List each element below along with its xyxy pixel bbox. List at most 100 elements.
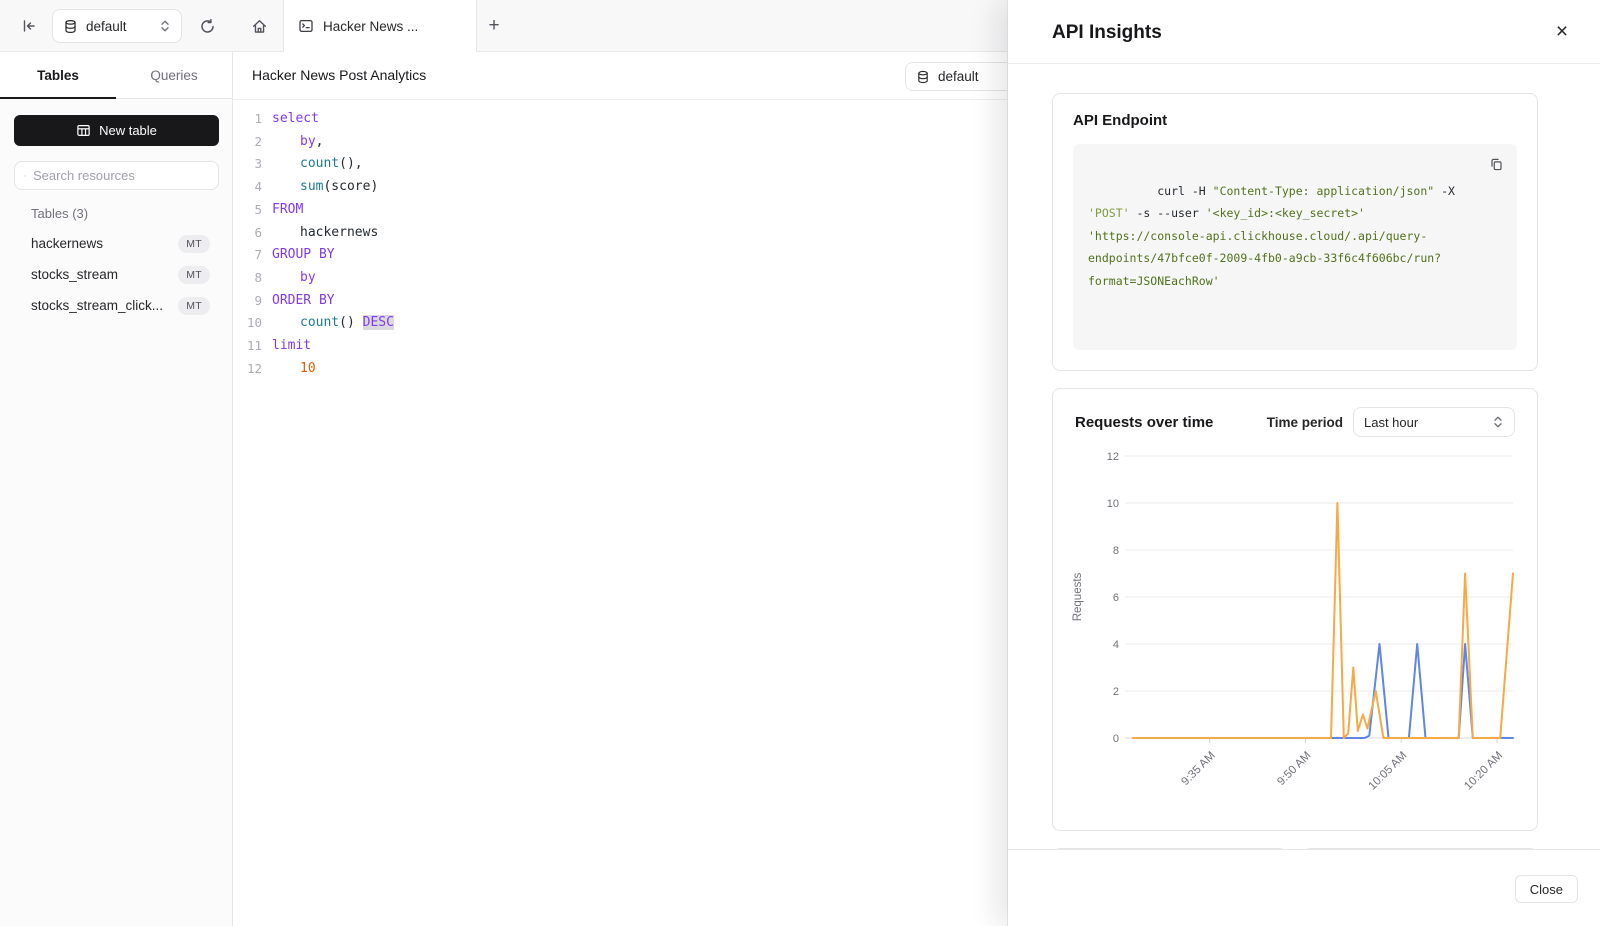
chart-series-series-orange [1133,503,1513,738]
search-resources-box [14,161,219,190]
line-number: 12 [233,358,262,381]
home-button[interactable] [244,11,274,41]
curl-command: curl -H "Content-Type: application/json"… [1088,184,1462,288]
time-period-value: Last hour [1364,415,1486,430]
sql-token: limit [272,338,311,353]
sql-token: by [300,270,316,285]
code-text: count() DESC [262,312,394,335]
curl-token: '<key_id>:<key_secret>' [1206,206,1365,220]
y-tick-label: 8 [1113,545,1119,557]
code-text: hackernews [262,222,378,245]
sql-token: , [316,134,324,149]
curl-token: "Content-Type: application/json" [1213,184,1435,198]
tab-queries[interactable]: Queries [116,52,232,98]
database-select-value: default [86,19,151,34]
database-select[interactable]: default [52,9,182,43]
panel-title: API Insights [1052,22,1162,44]
api-endpoint-title: API Endpoint [1073,112,1517,129]
refresh-icon [199,18,216,35]
curl-token: -X [1434,184,1462,198]
panel-footer: Close [1008,849,1600,926]
code-text: by [262,267,316,290]
y-tick-label: 12 [1107,451,1119,463]
curl-token: 'POST' [1088,206,1130,220]
sql-token: by [300,134,316,149]
code-text: 10 [262,358,316,381]
engine-badge: MT [178,266,210,284]
editor-database-select[interactable]: default [905,62,1023,91]
sql-token: count [300,156,339,171]
engine-badge: MT [178,235,210,253]
sidebar: Tables Queries New table Tables (3) hack… [0,52,233,926]
table-list: hackernewsMTstocks_streamMTstocks_stream… [0,228,233,321]
home-icon [251,18,268,35]
table-grid-icon [76,123,91,138]
search-input[interactable] [33,168,209,183]
line-number: 1 [233,108,262,131]
x-tick-label: 10:05 AM [1367,750,1410,793]
tables-section-label: Tables (3) [31,206,88,221]
line-number: 2 [233,131,262,154]
sql-token: FROM [272,202,303,217]
close-button[interactable]: Close [1515,875,1578,903]
sql-token: 10 [300,361,316,376]
add-tab-button[interactable]: + [479,11,509,41]
code-text: limit [262,335,311,358]
copy-icon [1489,157,1504,172]
editor-database-value: default [938,69,1012,84]
tab-label: Hacker News ... [323,19,418,34]
chevron-updown-icon [1492,415,1504,429]
close-panel-button[interactable]: × [1548,18,1576,46]
y-tick-label: 4 [1113,639,1119,651]
table-name: stocks_stream_click... [31,298,178,313]
requests-title: Requests over time [1075,414,1267,431]
requests-line-chart: 0246810129:35 AM9:50 AM10:05 AM10:20 AMR… [1067,443,1545,819]
close-icon: × [1556,20,1568,44]
new-table-button[interactable]: New table [14,115,219,146]
database-icon [63,19,78,34]
curl-code-block: curl -H "Content-Type: application/json"… [1073,144,1517,350]
table-list-item[interactable]: stocks_streamMT [0,259,233,290]
tab-tables[interactable]: Tables [0,52,116,98]
line-number: 8 [233,267,262,290]
line-number: 11 [233,335,262,358]
sidebar-tabs: Tables Queries [0,52,232,99]
collapse-sidebar-button[interactable] [14,11,44,41]
curl-token: -s --user [1130,206,1206,220]
chevron-updown-icon [159,19,171,33]
sql-token: DESC [363,315,394,330]
code-text: FROM [262,199,303,222]
x-tick-label: 9:35 AM [1179,750,1217,788]
collapse-left-icon [21,18,37,34]
table-list-item[interactable]: stocks_stream_click...MT [0,290,233,321]
sql-token: (score) [323,179,378,194]
copy-button[interactable] [1484,152,1508,176]
line-number: 10 [233,312,262,335]
sql-token: ORDER BY [272,293,335,308]
time-period-select[interactable]: Last hour [1353,407,1515,437]
sql-token: GROUP BY [272,247,335,262]
refresh-button[interactable] [192,11,222,41]
api-endpoint-card: API Endpoint curl -H "Content-Type: appl… [1052,93,1538,371]
table-list-item[interactable]: hackernewsMT [0,228,233,259]
clickhouse-console-app: default Tables Queries New table [0,0,1600,926]
sql-token: sum [300,179,323,194]
y-tick-label: 6 [1113,592,1119,604]
api-insights-panel: API Insights × API Endpoint curl -H "Con… [1008,0,1600,926]
engine-badge: MT [178,297,210,315]
code-text: by, [262,131,323,154]
sql-token: hackernews [300,225,378,240]
requests-over-time-card: Requests over time Time period Last hour… [1052,388,1538,831]
code-text: sum(score) [262,176,378,199]
table-name: stocks_stream [31,267,178,282]
tab-hacker-news[interactable]: Hacker News ... [283,0,477,52]
line-number: 3 [233,153,262,176]
database-icon [916,70,930,84]
sql-token: select [272,111,319,126]
new-table-label: New table [99,123,157,138]
y-tick-label: 10 [1107,498,1119,510]
table-name: hackernews [31,236,178,251]
code-text: count(), [262,153,363,176]
panel-body: API Endpoint curl -H "Content-Type: appl… [1008,64,1600,850]
time-period-label: Time period [1267,415,1343,430]
